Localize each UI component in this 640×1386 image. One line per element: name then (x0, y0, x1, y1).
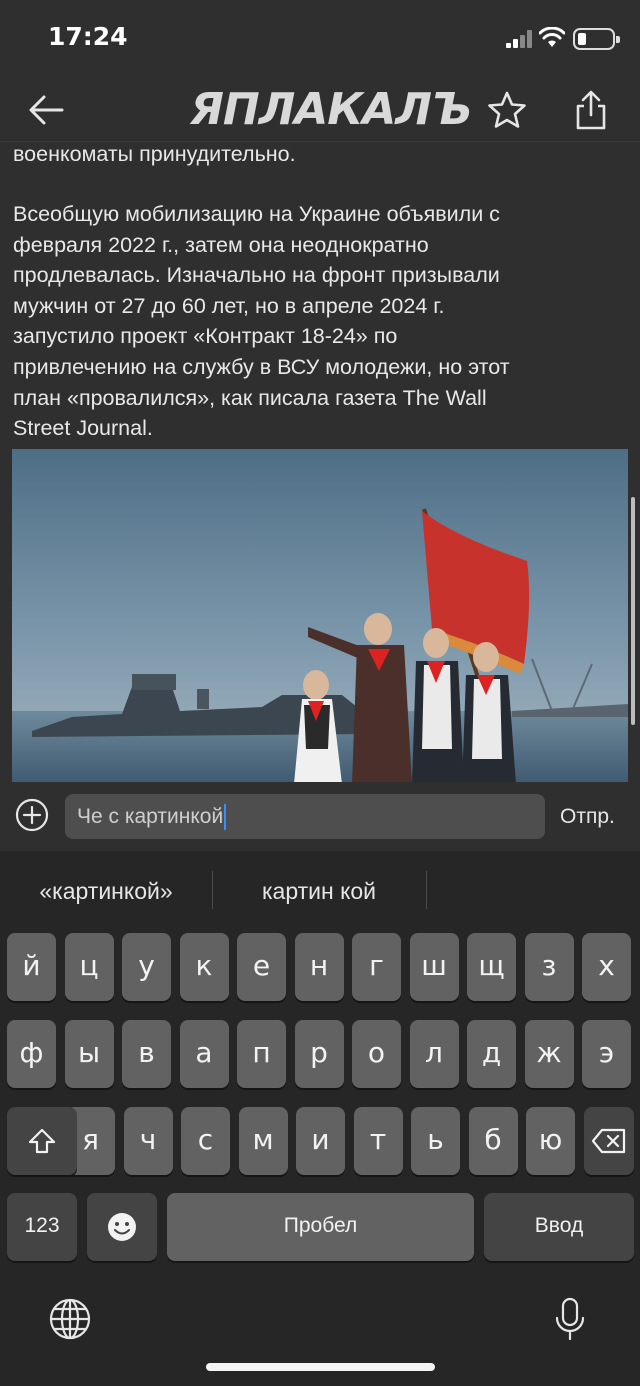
key-к[interactable]: к (179, 933, 229, 1001)
space-key[interactable]: Пробел (167, 1193, 474, 1261)
article-content: военкоматы принудительно. Всеобщую мобил… (0, 142, 640, 782)
nav-bar: ЯПЛАКАЛЪ (0, 78, 640, 142)
comment-input[interactable]: Че с картинкой (65, 794, 545, 839)
suggestion-3[interactable] (440, 871, 626, 911)
pioneers-with-banner-photo (12, 449, 628, 782)
suggestion-divider (426, 871, 427, 909)
key-е[interactable]: е (237, 933, 286, 1001)
send-button[interactable]: Отпр. (560, 805, 615, 829)
key-ц[interactable]: ц (64, 933, 114, 1001)
article-paragraph: Всеобщую мобилизацию на Украине объявили… (13, 202, 510, 441)
key-м[interactable]: м (238, 1107, 288, 1175)
key-ж[interactable]: ж (524, 1020, 574, 1088)
key-т[interactable]: т (353, 1107, 403, 1175)
comment-input-text: Че с картинкой (77, 805, 224, 828)
text-caret (224, 804, 227, 831)
article-text-partial: военкоматы принудительно. (13, 142, 296, 166)
key-в[interactable]: в (122, 1020, 171, 1088)
key-п[interactable]: п (237, 1020, 286, 1088)
key-з[interactable]: з (524, 933, 574, 1001)
key-ь[interactable]: ь (411, 1107, 460, 1175)
key-ч[interactable]: ч (123, 1107, 173, 1175)
signal-icon (506, 30, 534, 48)
key-х[interactable]: х (582, 933, 631, 1001)
key-б[interactable]: б (468, 1107, 518, 1175)
key-ы[interactable]: ы (64, 1020, 114, 1088)
emoji-icon (108, 1213, 136, 1241)
battery-icon (573, 28, 620, 50)
key-р[interactable]: р (294, 1020, 344, 1088)
key-у[interactable]: у (122, 933, 171, 1001)
key-н[interactable]: н (294, 933, 344, 1001)
key-ш[interactable]: ш (409, 933, 459, 1001)
key-о[interactable]: о (352, 1020, 401, 1088)
home-indicator[interactable] (206, 1363, 435, 1371)
globe-icon[interactable] (47, 1296, 93, 1342)
key-и[interactable]: и (296, 1107, 345, 1175)
emoji-key[interactable] (87, 1193, 157, 1261)
return-key[interactable]: Ввод (484, 1193, 634, 1261)
key-а[interactable]: а (179, 1020, 229, 1088)
status-time: 17:24 (48, 22, 128, 51)
key-й[interactable]: й (7, 933, 56, 1001)
site-logo[interactable]: ЯПЛАКАЛЪ (190, 84, 472, 135)
key-л[interactable]: л (409, 1020, 459, 1088)
add-attachment-icon[interactable] (15, 798, 49, 832)
key-ю[interactable]: ю (526, 1107, 575, 1175)
article-photo[interactable] (12, 449, 628, 782)
status-bar: 17:24 (0, 0, 640, 78)
microphone-icon[interactable] (547, 1296, 593, 1342)
scrollbar[interactable] (631, 497, 635, 725)
keyboard: «картинкой» картин кой йцукенгшщзх фывап… (0, 851, 640, 1386)
star-icon[interactable] (485, 88, 529, 132)
share-icon[interactable] (569, 88, 613, 132)
suggestion-divider (212, 871, 213, 909)
key-щ[interactable]: щ (467, 933, 516, 1001)
numbers-key[interactable]: 123 (7, 1193, 77, 1261)
key-э[interactable]: э (582, 1020, 631, 1088)
key-с[interactable]: с (181, 1107, 230, 1175)
shift-key[interactable] (7, 1107, 77, 1175)
backspace-key[interactable] (584, 1107, 634, 1175)
back-arrow-icon[interactable] (24, 88, 68, 132)
wifi-icon (539, 27, 565, 47)
comment-composer: Че с картинкой Отпр. (0, 782, 640, 851)
suggestion-1[interactable]: «картинкой» (14, 871, 198, 911)
suggestion-2[interactable]: картин кой (226, 871, 412, 911)
key-д[interactable]: д (467, 1020, 516, 1088)
key-ф[interactable]: ф (7, 1020, 56, 1088)
key-г[interactable]: г (352, 933, 401, 1001)
